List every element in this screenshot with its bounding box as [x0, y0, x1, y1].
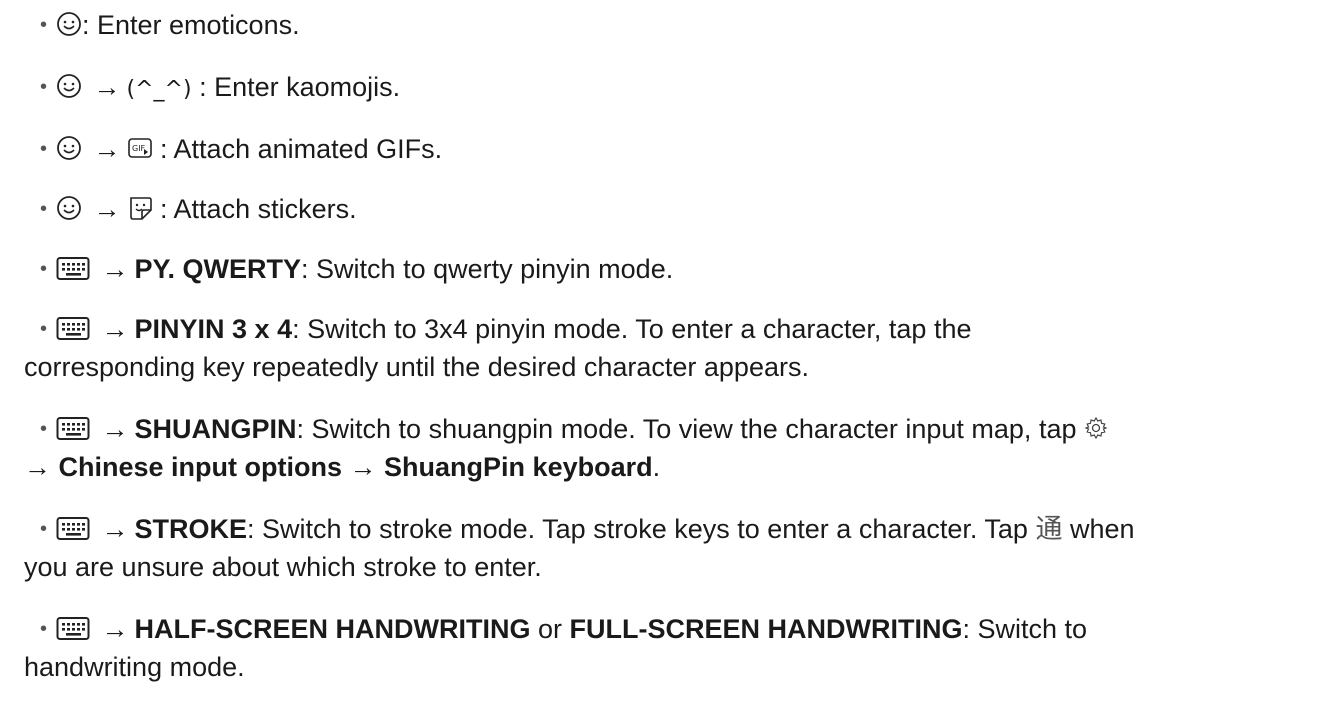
- arrow: →: [93, 194, 121, 224]
- item-text-continued: handwriting mode.: [24, 652, 245, 682]
- arrow: →: [93, 72, 121, 102]
- bullet: •: [40, 198, 48, 220]
- mode-name: STROKE: [134, 514, 248, 544]
- bullet: •: [40, 518, 48, 540]
- arrow: →: [101, 614, 129, 644]
- sticker-icon: [129, 197, 152, 220]
- mode-name: HALF-SCREEN HANDWRITING: [134, 614, 531, 644]
- gif-icon: GIF: [127, 138, 152, 158]
- kaomoji-icon: (^_^): [126, 77, 192, 102]
- item-text: : Switch to: [962, 614, 1088, 644]
- keyboard-icon: [56, 516, 90, 540]
- mode-name: SHUANGPIN: [134, 414, 297, 444]
- conjunction: or: [538, 614, 563, 644]
- item-text-continued: you are unsure about which stroke to ent…: [24, 552, 542, 582]
- item-text-continued: corresponding key repeatedly until the d…: [24, 352, 809, 382]
- menu-path-item: ShuangPin keyboard: [384, 452, 653, 482]
- arrow: →: [93, 134, 121, 164]
- smiley-face-icon: [57, 11, 81, 36]
- mode-name: PY. QWERTY: [134, 254, 302, 284]
- item-text: : Switch to shuangpin mode. To view the …: [296, 414, 1077, 444]
- mode-name: FULL-SCREEN HANDWRITING: [569, 614, 963, 644]
- item-text: : Attach stickers.: [160, 194, 357, 224]
- arrow: →: [24, 452, 51, 482]
- svg-text:GIF: GIF: [132, 144, 146, 153]
- arrow: →: [101, 514, 129, 544]
- arrow: →: [101, 254, 129, 284]
- keyboard-icon: [56, 416, 90, 440]
- gear-icon: [1084, 416, 1108, 440]
- arrow: →: [349, 452, 377, 482]
- bullet: •: [40, 14, 48, 36]
- item-text: : Enter emoticons.: [82, 10, 300, 40]
- bullet: •: [40, 138, 48, 160]
- smiley-face-icon: [57, 73, 81, 98]
- bullet: •: [40, 618, 48, 640]
- wildcard-stroke-icon: 通: [1035, 514, 1063, 545]
- menu-path-item: Chinese input options: [58, 452, 343, 482]
- bullet: •: [40, 76, 48, 98]
- item-text: : Attach animated GIFs.: [160, 134, 443, 164]
- arrow: →: [101, 414, 129, 444]
- keyboard-icon: [56, 616, 90, 640]
- item-text: : Switch to qwerty pinyin mode.: [301, 254, 674, 284]
- mode-name: PINYIN 3 x 4: [134, 314, 293, 344]
- item-text: when: [1069, 514, 1135, 544]
- keyboard-icon: [56, 316, 90, 340]
- bullet: •: [40, 318, 48, 340]
- bullet: •: [40, 258, 48, 280]
- item-text: : Enter kaomojis.: [199, 72, 401, 102]
- bullet: •: [40, 418, 48, 440]
- arrow: →: [101, 314, 129, 344]
- punctuation: .: [652, 452, 661, 482]
- keyboard-icon: [56, 256, 90, 280]
- smiley-face-icon: [57, 195, 81, 220]
- item-text: : Switch to 3x4 pinyin mode. To enter a …: [292, 314, 972, 344]
- item-text: : Switch to stroke mode. Tap stroke keys…: [247, 514, 1028, 544]
- smiley-face-icon: [57, 135, 81, 160]
